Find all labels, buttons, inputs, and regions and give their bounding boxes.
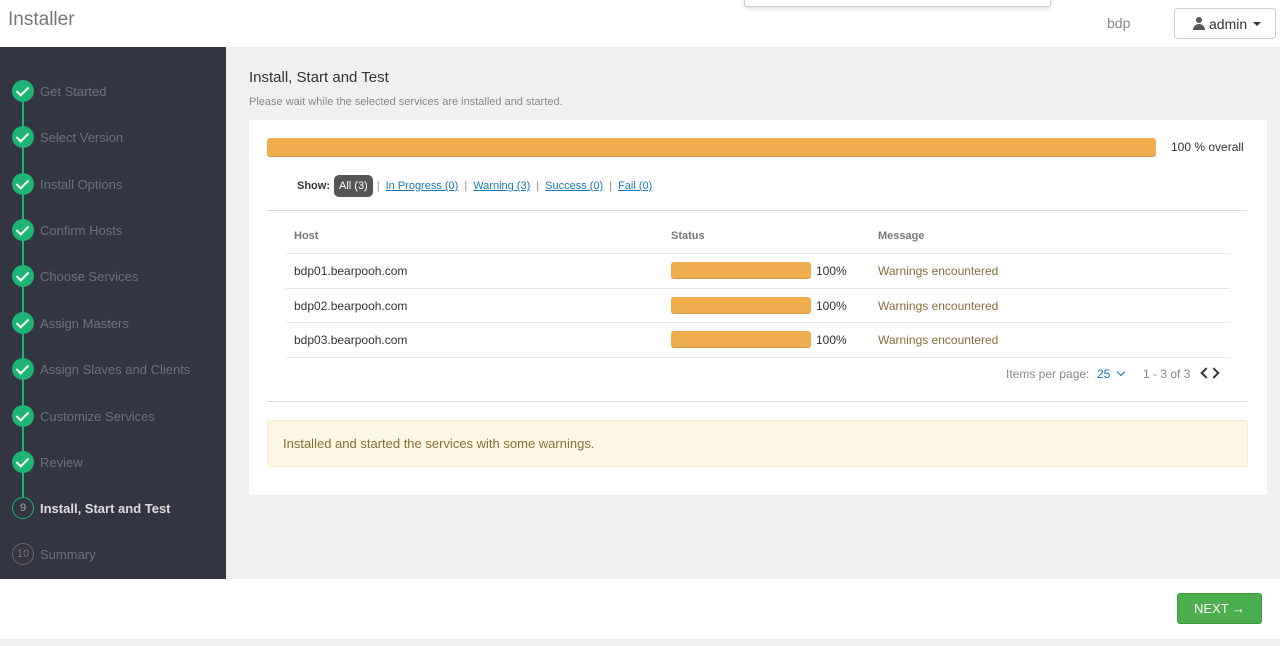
check-icon [12, 451, 34, 473]
pagination-range: 1 - 3 of 3 [1143, 367, 1191, 381]
filter-success[interactable]: Success (0) [545, 180, 603, 192]
next-button[interactable]: NEXT → [1177, 593, 1262, 624]
wizard-step-label: Install, Start and Test [40, 500, 171, 516]
check-icon [12, 312, 34, 334]
wizard-step-get-started[interactable]: Get Started [12, 80, 106, 102]
filter-separator: | [609, 180, 613, 192]
host-link[interactable]: bdp03.bearpooh.com [294, 333, 407, 347]
wizard-step-install-start-test: 9 Install, Start and Test [12, 497, 171, 519]
items-per-page-label: Items per page: [1006, 367, 1090, 381]
user-menu-label: admin [1209, 15, 1248, 32]
check-icon [12, 405, 34, 427]
user-icon [1193, 17, 1205, 30]
wizard-step-select-version[interactable]: Select Version [12, 126, 123, 148]
step-number-badge: 9 [12, 497, 34, 519]
wizard-footer: NEXT → [0, 579, 1280, 639]
wizard-step-label: Assign Slaves and Clients [40, 361, 191, 377]
host-progress-bar [671, 297, 811, 314]
host-progress-percent: 100% [816, 264, 847, 278]
overall-progress-bar [267, 138, 1156, 157]
wizard-step-assign-slaves-clients[interactable]: Assign Slaves and Clients [12, 358, 190, 380]
wizard-step-label: Install Options [40, 176, 123, 192]
host-progress-bar [671, 262, 811, 279]
wizard-step-customize-services[interactable]: Customize Services [12, 405, 155, 427]
wizard-step-assign-masters[interactable]: Assign Masters [12, 312, 129, 334]
table-row: bdp02.bearpooh.com 100% Warnings encount… [286, 288, 1230, 322]
wizard-step-label: Review [40, 454, 83, 470]
filter-warning[interactable]: Warning (3) [473, 180, 530, 192]
app-title: Installer [8, 9, 75, 30]
host-link[interactable]: bdp01.bearpooh.com [294, 264, 407, 278]
wizard-step-review[interactable]: Review [12, 451, 83, 473]
host-progress-percent: 100% [816, 333, 847, 347]
table-bottom-border [286, 357, 1230, 358]
step-connector-line [22, 91, 24, 511]
status-filter-bar: Show: All (3) | In Progress (0) | Warnin… [297, 174, 652, 198]
check-icon [12, 265, 34, 287]
check-icon [12, 80, 34, 102]
filter-show-label: Show: [297, 180, 330, 192]
table-row: bdp03.bearpooh.com 100% Warnings encount… [286, 322, 1230, 356]
host-status-message[interactable]: Warnings encountered [878, 333, 998, 347]
filter-in-progress[interactable]: In Progress (0) [386, 180, 459, 192]
check-icon [12, 173, 34, 195]
wizard-step-label: Select Version [40, 129, 124, 145]
wizard-step-label: Assign Masters [40, 315, 129, 331]
chevron-right-icon[interactable] [1208, 367, 1220, 379]
host-link[interactable]: bdp02.bearpooh.com [294, 299, 407, 313]
check-icon [12, 126, 34, 148]
items-per-page-value: 25 [1097, 367, 1111, 381]
filter-separator: | [464, 180, 468, 192]
wizard-sidebar: Get Started Select Version Install Optio… [0, 47, 226, 579]
column-header-status[interactable]: Status [671, 230, 705, 242]
filter-all[interactable]: All (3) [334, 175, 373, 197]
dropdown-popup-edge [744, 0, 1051, 7]
warning-alert: Installed and started the services with … [267, 420, 1248, 467]
cluster-name: bdp [1107, 15, 1131, 31]
filter-separator: | [536, 180, 540, 192]
page-subtitle: Please wait while the selected services … [249, 96, 563, 108]
wizard-step-label: Choose Services [40, 268, 139, 284]
overall-progress-label: 100 % overall [1171, 140, 1244, 154]
column-header-host[interactable]: Host [294, 230, 318, 242]
filter-separator: | [376, 180, 380, 192]
install-progress-card: 100 % overall Show: All (3) | In Progres… [249, 120, 1267, 495]
wizard-step-label: Confirm Hosts [40, 222, 123, 238]
wizard-step-label: Get Started [40, 83, 107, 99]
divider [267, 210, 1247, 211]
host-progress-percent: 100% [816, 299, 847, 313]
check-icon [12, 358, 34, 380]
caret-down-icon [1253, 21, 1262, 26]
divider [267, 401, 1247, 402]
user-menu-button[interactable]: admin [1174, 8, 1276, 39]
wizard-step-confirm-hosts[interactable]: Confirm Hosts [12, 219, 122, 241]
wizard-step-summary: 10 Summary [12, 543, 96, 565]
host-progress-bar [671, 331, 811, 348]
items-per-page-select[interactable]: 25 [1097, 367, 1126, 381]
page-title: Install, Start and Test [249, 69, 389, 86]
column-header-message[interactable]: Message [878, 230, 924, 242]
top-header: Installer bdp admin [0, 0, 1280, 47]
wizard-step-label: Summary [40, 546, 96, 562]
wizard-step-choose-services[interactable]: Choose Services [12, 265, 138, 287]
check-icon [12, 219, 34, 241]
wizard-step-label: Customize Services [40, 408, 155, 424]
host-status-message[interactable]: Warnings encountered [878, 264, 998, 278]
table-row: bdp01.bearpooh.com 100% Warnings encount… [286, 253, 1230, 287]
chevron-down-icon [1117, 367, 1126, 377]
filter-fail[interactable]: Fail (0) [618, 180, 652, 192]
wizard-step-install-options[interactable]: Install Options [12, 173, 122, 195]
host-status-message[interactable]: Warnings encountered [878, 299, 998, 313]
step-number-badge: 10 [12, 543, 34, 565]
